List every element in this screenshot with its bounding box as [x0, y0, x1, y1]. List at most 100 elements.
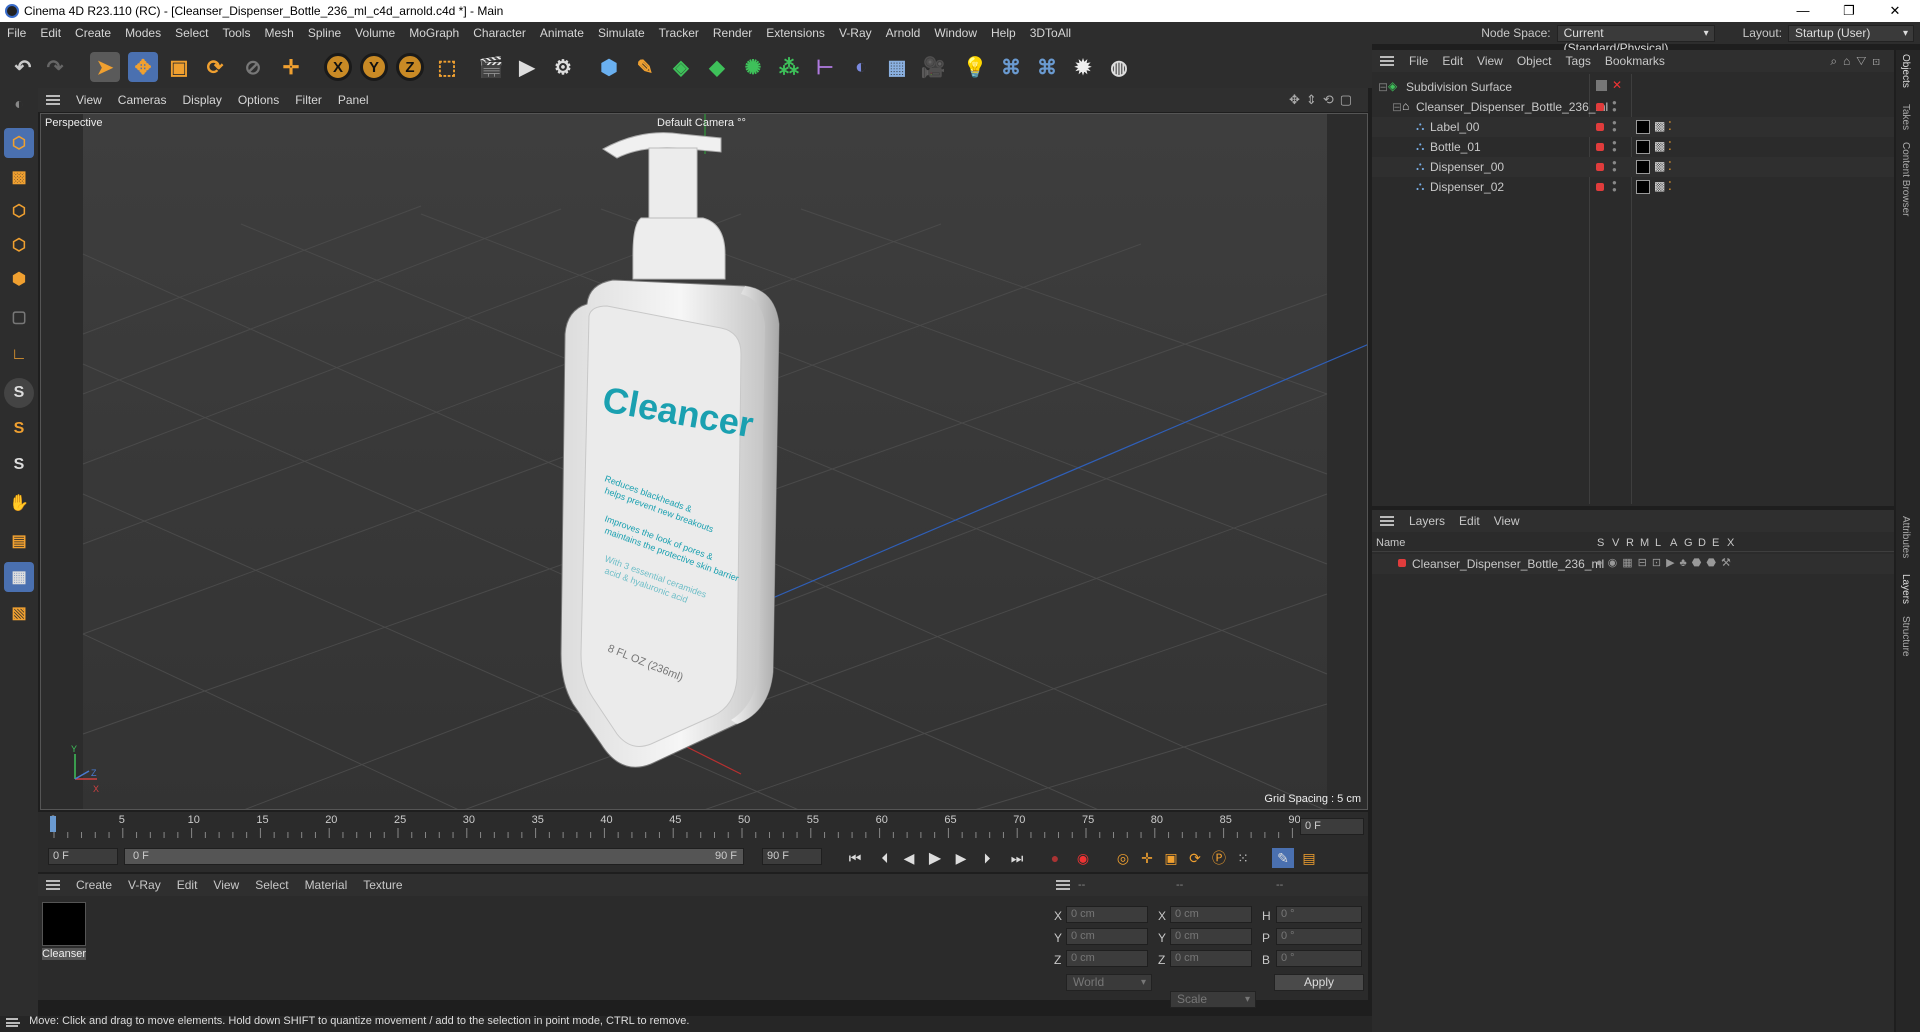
next-frame-icon[interactable]: ▶ [950, 848, 972, 868]
layout-dropdown[interactable]: Startup (User) [1788, 24, 1914, 42]
tab-objects[interactable]: Objects [1900, 54, 1911, 88]
gear-icon[interactable]: ✹ [1068, 52, 1098, 82]
layer-row[interactable]: Cleanser_Dispenser_Bottle_236_ml ●◉▦⊟⊡▶♣… [1372, 554, 1894, 574]
menu-file[interactable]: File [0, 26, 33, 40]
timeline-window-icon[interactable]: ✎ [1272, 848, 1294, 868]
render-region-icon[interactable]: 🎬 [476, 52, 506, 82]
status-hamburger-icon[interactable] [6, 1018, 20, 1027]
menu-simulate[interactable]: Simulate [591, 26, 652, 40]
texture-tag-icon[interactable]: ▩ [1654, 119, 1665, 133]
uv-mode-icon[interactable]: ▢ [4, 302, 34, 332]
viewport-menu-display[interactable]: Display [174, 93, 229, 107]
position-y-field[interactable]: 0 cm [1066, 928, 1148, 945]
rotate-tool-icon[interactable]: ⟳ [200, 52, 230, 82]
workplane-icon[interactable]: ▤ [4, 526, 34, 556]
axis-mode-icon[interactable]: ∟ [4, 340, 34, 370]
object-row-label-00[interactable]: ⛬ Label_00 ● ● ▩ ⁚ [1372, 117, 1894, 137]
play-icon[interactable]: ▶ [924, 848, 946, 868]
rotation-b-field[interactable]: 0 ° [1276, 950, 1362, 967]
texture-tag-icon[interactable]: ▩ [1654, 179, 1665, 193]
film-strip-icon[interactable]: ▤ [1298, 848, 1320, 868]
viewport-hamburger-icon[interactable] [46, 95, 60, 105]
end-frame-field[interactable]: 90 F [762, 848, 822, 865]
material-tag-icon[interactable] [1636, 120, 1650, 134]
render-dots-icon[interactable]: ● ● [1612, 179, 1617, 194]
position-x-field[interactable]: 0 cm [1066, 906, 1148, 923]
menu-animate[interactable]: Animate [533, 26, 591, 40]
material-menu-select[interactable]: Select [247, 878, 296, 892]
objects-menu-file[interactable]: File [1402, 54, 1435, 68]
transform-tool-icon[interactable]: ✛ [276, 52, 306, 82]
snap-icon[interactable]: S [4, 378, 34, 408]
tab-attributes[interactable]: Attributes [1900, 516, 1911, 558]
start-frame-field[interactable]: 0 F [48, 848, 118, 865]
menu-spline[interactable]: Spline [301, 26, 348, 40]
maximize-button[interactable]: ❐ [1826, 0, 1872, 22]
menu-create[interactable]: Create [68, 26, 118, 40]
key-rotation-icon[interactable]: ⟳ [1184, 848, 1206, 868]
tab-takes[interactable]: Takes [1900, 104, 1911, 130]
menu-extensions[interactable]: Extensions [759, 26, 832, 40]
size-y-field[interactable]: 0 cm [1170, 928, 1252, 945]
y-axis-lock-icon[interactable]: Y [360, 53, 388, 81]
grid-plane-icon[interactable]: ▦ [4, 562, 34, 592]
render-view-icon[interactable]: ▶ [512, 52, 542, 82]
objects-menu-bookmarks[interactable]: Bookmarks [1598, 54, 1672, 68]
key-pla-icon[interactable]: ⁙ [1232, 848, 1254, 868]
menu-volume[interactable]: Volume [348, 26, 402, 40]
viewport-menu-options[interactable]: Options [230, 93, 287, 107]
point-mode-icon[interactable]: ⬡ [4, 196, 34, 226]
material-tag-icon[interactable] [1636, 140, 1650, 154]
scale-tool-icon[interactable]: ▣ [164, 52, 194, 82]
menu-window[interactable]: Window [927, 26, 984, 40]
menu-mograph[interactable]: MoGraph [402, 26, 466, 40]
globe-icon[interactable]: ◍ [1104, 52, 1134, 82]
material-tag-icon[interactable] [1636, 160, 1650, 174]
texture-tag-icon[interactable]: ▩ [1654, 159, 1665, 173]
coordinate-space-dropdown[interactable]: World [1066, 974, 1152, 991]
material-swatch[interactable]: Cleanser [42, 902, 86, 962]
next-key-icon[interactable]: ⏵ [976, 848, 998, 868]
objects-search-icons[interactable]: ⌕⌂▽⊡ [1830, 54, 1886, 69]
tab-structure[interactable]: Structure [1900, 616, 1911, 657]
autokey-icon[interactable]: ◉ [1072, 848, 1094, 868]
pen-spline-icon[interactable]: ✎ [630, 52, 660, 82]
apply-button[interactable]: Apply [1274, 974, 1364, 991]
phong-tag-icon[interactable]: ⁚ [1668, 159, 1672, 173]
menu-modes[interactable]: Modes [118, 26, 168, 40]
menu-character[interactable]: Character [466, 26, 533, 40]
key-scale-icon[interactable]: ▣ [1160, 848, 1182, 868]
material-menu-edit[interactable]: Edit [169, 878, 206, 892]
menu-3dtoall[interactable]: 3DToAll [1023, 26, 1078, 40]
goto-end-icon[interactable]: ⏭ [1006, 848, 1028, 868]
texture-tag-icon[interactable]: ▩ [1654, 139, 1665, 153]
layer-toggle-icons[interactable]: ●◉▦⊟⊡▶♣⬣⬣⚒ [1596, 556, 1736, 569]
objects-menu-object[interactable]: Object [1510, 54, 1559, 68]
coordinate-system-icon[interactable]: ⬚ [432, 52, 462, 82]
render-settings-icon[interactable]: ⚙ [548, 52, 578, 82]
key-position-icon[interactable]: ✛ [1136, 848, 1158, 868]
camera-icon[interactable]: 🎥 [918, 52, 948, 82]
texture-mode-icon[interactable]: ▩ [4, 162, 34, 192]
menu-edit[interactable]: Edit [33, 26, 68, 40]
object-row-cleanser-dispenser-bottle[interactable]: ⊟ ⌂ Cleanser_Dispenser_Bottle_236_ml ● ● [1372, 97, 1894, 117]
viewport-menu-cameras[interactable]: Cameras [110, 93, 175, 107]
phong-tag-icon[interactable]: ⁚ [1668, 119, 1672, 133]
move-tool-icon[interactable]: ✥ [128, 52, 158, 82]
size-x-field[interactable]: 0 cm [1170, 906, 1252, 923]
snap-mode-icon[interactable]: S [4, 450, 34, 480]
timeline-ruler[interactable]: 051015202530354045505560657075808590 0 F [38, 812, 1368, 842]
material-menu-view[interactable]: View [205, 878, 247, 892]
record-keys-icon[interactable]: ● [1044, 848, 1066, 868]
locked-workplane-icon[interactable]: ▧ [4, 598, 34, 628]
current-frame-field[interactable]: 0 F [1300, 818, 1364, 835]
objects-menu-tags[interactable]: Tags [1559, 54, 1598, 68]
objects-hamburger-icon[interactable] [1380, 56, 1394, 66]
redo-icon[interactable]: ↷ [40, 52, 70, 82]
layer-color-swatch[interactable] [1398, 559, 1406, 567]
z-axis-lock-icon[interactable]: Z [396, 53, 424, 81]
select-arrow-icon[interactable]: ➤ [90, 52, 120, 82]
render-dots-icon[interactable]: ● ● [1612, 99, 1617, 114]
object-row-subdivision-surface[interactable]: ⊟ ◈ Subdivision Surface ✕ [1372, 77, 1894, 97]
key-parameter-icon[interactable]: Ⓟ [1208, 848, 1230, 868]
